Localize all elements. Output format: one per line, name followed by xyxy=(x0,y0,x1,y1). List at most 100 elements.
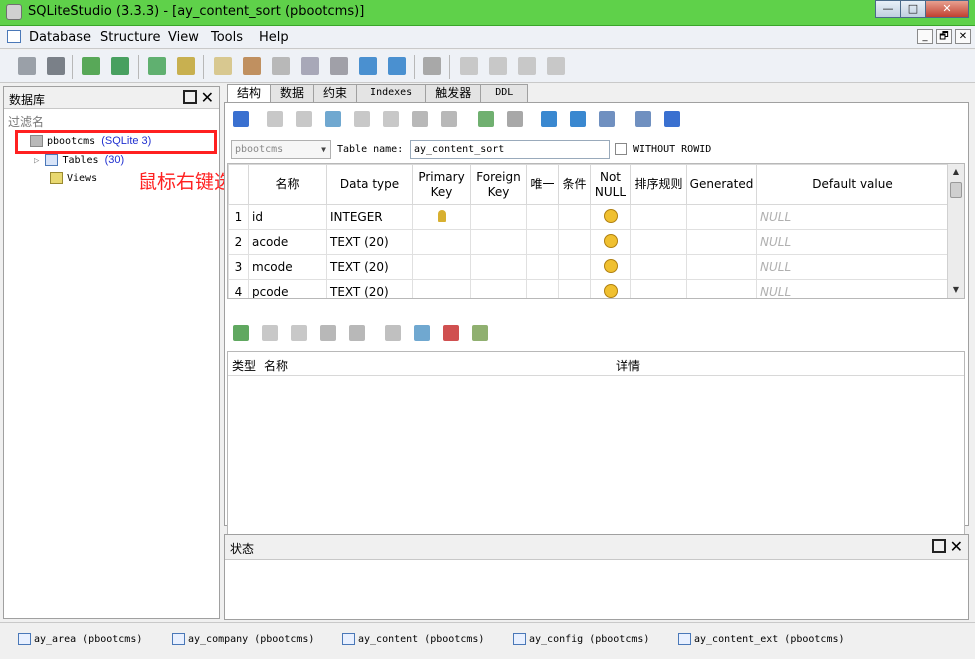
constraint-down-icon[interactable] xyxy=(349,325,365,341)
column-name[interactable]: acode xyxy=(248,229,327,255)
generated-cell[interactable] xyxy=(686,254,757,280)
mdi-close-button[interactable]: ✕ xyxy=(955,29,971,44)
tile-windows-icon[interactable] xyxy=(460,57,478,75)
sql-editor-icon[interactable] xyxy=(214,57,232,75)
col-header-pk[interactable]: Primary Key xyxy=(412,164,471,205)
pk-cell[interactable] xyxy=(412,229,471,255)
commit-icon[interactable] xyxy=(267,111,283,127)
delete-column-icon[interactable] xyxy=(383,111,399,127)
unique-cell[interactable] xyxy=(526,229,559,255)
tab-constraints[interactable]: 约束 xyxy=(313,84,358,102)
constraint-settings-icon[interactable] xyxy=(507,111,523,127)
constraint-header-type[interactable]: 类型 xyxy=(232,357,256,374)
populate-table-icon[interactable] xyxy=(599,111,615,127)
unique-cell[interactable] xyxy=(526,254,559,280)
tab-structure[interactable]: 结构 xyxy=(227,84,272,104)
undock-icon[interactable] xyxy=(932,539,946,553)
col-header-type[interactable]: Data type xyxy=(326,164,413,205)
columns-scrollbar[interactable]: ▲ ▼ xyxy=(947,164,964,298)
collation-cell[interactable] xyxy=(630,229,687,255)
disconnect-icon[interactable] xyxy=(47,57,65,75)
column-type[interactable]: INTEGER xyxy=(326,204,413,230)
col-header-unique[interactable]: 唯一 xyxy=(526,164,559,205)
add-table-icon[interactable] xyxy=(148,57,166,75)
column-name[interactable]: pcode xyxy=(248,279,327,298)
scroll-down-icon[interactable]: ▼ xyxy=(948,282,964,298)
create-similar-icon[interactable] xyxy=(635,111,651,127)
default-value[interactable]: NULL xyxy=(756,204,949,230)
pk-cell[interactable] xyxy=(412,279,471,298)
add-database-icon[interactable] xyxy=(82,57,100,75)
table-row[interactable]: 3 mcode TEXT (20) NULL xyxy=(228,254,949,280)
mdi-minimize-button[interactable]: _ xyxy=(917,29,933,44)
import-icon[interactable] xyxy=(359,57,377,75)
extension-icon[interactable] xyxy=(330,57,348,75)
fk-cell[interactable] xyxy=(470,204,527,230)
generated-cell[interactable] xyxy=(686,229,757,255)
default-value[interactable]: NULL xyxy=(756,279,949,298)
col-header-collation[interactable]: 排序规则 xyxy=(630,164,687,205)
edit-table-icon[interactable] xyxy=(177,57,195,75)
constraint-header-details[interactable]: 详情 xyxy=(616,357,640,374)
column-name[interactable]: id xyxy=(248,204,327,230)
check-cell[interactable] xyxy=(558,229,591,255)
export-icon[interactable] xyxy=(388,57,406,75)
tree-item-views[interactable]: Views xyxy=(50,172,97,184)
menu-help[interactable]: Help xyxy=(259,30,289,45)
undock-icon[interactable] xyxy=(183,90,197,104)
task-ay-area[interactable]: ay_area (pbootcms) xyxy=(18,631,142,649)
edit-column-icon[interactable] xyxy=(354,111,370,127)
collation-cell[interactable] xyxy=(630,254,687,280)
import-table-icon[interactable] xyxy=(541,111,557,127)
filter-input[interactable]: 过滤名 xyxy=(8,113,44,130)
refresh-icon[interactable] xyxy=(233,111,249,127)
settings-wrench-icon[interactable] xyxy=(423,57,441,75)
delete-constraint-icon[interactable] xyxy=(291,325,307,341)
tab-data[interactable]: 数据 xyxy=(270,84,315,102)
notnull-cell[interactable] xyxy=(590,204,631,230)
add-constraint-icon[interactable] xyxy=(233,325,249,341)
scrollbar-thumb[interactable] xyxy=(950,182,962,198)
move-down-icon[interactable] xyxy=(441,111,457,127)
collation-cell[interactable] xyxy=(630,279,687,298)
tile-horizontal-icon[interactable] xyxy=(518,57,536,75)
scroll-up-icon[interactable]: ▲ xyxy=(948,164,964,180)
add-fk-icon[interactable] xyxy=(414,325,430,341)
mdi-window-icon[interactable] xyxy=(7,30,21,43)
tree-item-tables[interactable]: ▷ Tables (30) xyxy=(34,154,124,166)
database-combo[interactable]: pbootcms ▼ xyxy=(231,140,331,159)
col-header-fk[interactable]: Foreign Key xyxy=(470,164,527,205)
col-header-generated[interactable]: Generated xyxy=(686,164,757,205)
collation-cell[interactable] xyxy=(630,204,687,230)
task-ay-config[interactable]: ay_config (pbootcms) xyxy=(513,631,649,649)
maximize-button[interactable]: □ xyxy=(900,0,926,18)
rollback-icon[interactable] xyxy=(296,111,312,127)
check-cell[interactable] xyxy=(558,204,591,230)
col-header-default[interactable]: Default value xyxy=(756,164,949,205)
menu-database[interactable]: Database xyxy=(29,30,91,45)
tab-indexes[interactable]: Indexes xyxy=(356,84,427,102)
close-button[interactable]: ✕ xyxy=(925,0,969,18)
add-pk-icon[interactable] xyxy=(385,325,401,341)
unique-cell[interactable] xyxy=(526,279,559,298)
add-key-icon[interactable] xyxy=(478,111,494,127)
without-rowid-checkbox[interactable] xyxy=(615,143,627,155)
task-ay-content[interactable]: ay_content (pbootcms) xyxy=(342,631,484,649)
col-header-notnull[interactable]: Not NULL xyxy=(590,164,631,205)
mdi-restore-button[interactable]: 🗗 xyxy=(936,29,952,44)
add-unique-icon[interactable] xyxy=(443,325,459,341)
table-row[interactable]: 2 acode TEXT (20) NULL xyxy=(228,229,949,255)
add-check-icon[interactable] xyxy=(472,325,488,341)
cascade-windows-icon[interactable] xyxy=(547,57,565,75)
menu-tools[interactable]: Tools xyxy=(211,30,243,45)
tab-ddl[interactable]: DDL xyxy=(480,84,529,102)
column-type[interactable]: TEXT (20) xyxy=(326,254,413,280)
unique-cell[interactable] xyxy=(526,204,559,230)
constraint-header-name[interactable]: 名称 xyxy=(264,357,288,374)
export-table-icon[interactable] xyxy=(570,111,586,127)
pk-cell[interactable] xyxy=(412,204,471,230)
table-name-input[interactable]: ay_content_sort xyxy=(410,140,610,159)
fk-cell[interactable] xyxy=(470,229,527,255)
undo-icon[interactable] xyxy=(664,111,680,127)
close-panel-icon[interactable]: ✕ xyxy=(201,88,214,107)
